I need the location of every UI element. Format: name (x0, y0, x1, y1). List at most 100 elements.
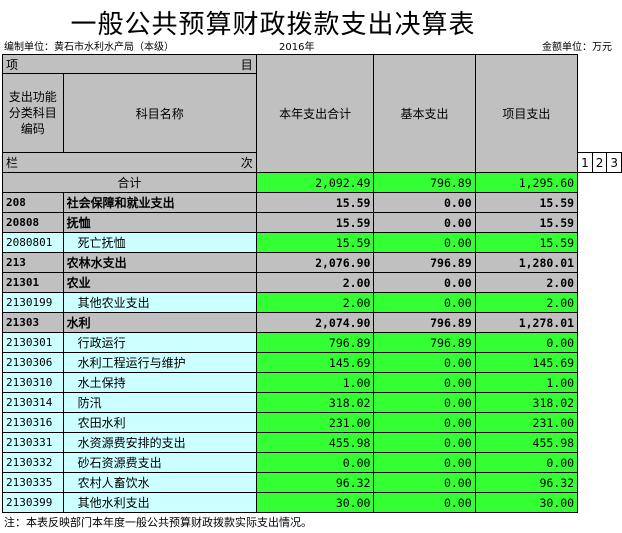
row-code: 2080801 (2, 232, 64, 253)
table-row: 2130316 农田水利 231.00 0.00 231.00 (2, 412, 622, 433)
row-project: 455.98 (474, 432, 579, 453)
row-total: 796.89 (255, 332, 375, 353)
row-total: 455.98 (255, 432, 375, 453)
row-basic: 0.00 (373, 372, 476, 393)
row-basic: 796.89 (373, 332, 476, 353)
index-ci: 次 (240, 156, 253, 170)
row-project: 0.00 (474, 332, 579, 353)
row-basic: 0.00 (373, 412, 476, 433)
table-row: 2130399 其他水利支出 30.00 0.00 30.00 (2, 492, 622, 513)
table-row: 213 农林水支出 2,076.90 796.89 1,280.01 (2, 252, 622, 273)
expenditure-table: 项 目 本年支出合计 基本支出 项目支出 支出功能分类科目编码 科目名称 栏 次… (2, 54, 622, 513)
table-row: 21303 水利 2,074.90 796.89 1,278.01 (2, 312, 622, 333)
row-total: 231.00 (255, 412, 375, 433)
row-name: 防汛 (62, 392, 257, 413)
row-code: 2130301 (2, 332, 64, 353)
row-project: 96.32 (474, 472, 579, 493)
row-project: 2.00 (474, 272, 579, 293)
row-project: 15.59 (474, 212, 579, 233)
row-basic: 0.00 (373, 352, 476, 373)
row-name: 砂石资源费支出 (62, 452, 257, 473)
row-basic: 796.89 (373, 252, 476, 273)
row-name: 行政运行 (62, 332, 257, 353)
row-code: 20808 (2, 212, 64, 233)
row-basic: 0.00 (373, 212, 476, 233)
table-row: 2130306 水利工程运行与维护 145.69 0.00 145.69 (2, 352, 622, 373)
header-xiang: 项 (6, 57, 19, 72)
row-total: 15.59 (255, 192, 375, 213)
row-project: 318.02 (474, 392, 579, 413)
table-row: 21301 农业 2.00 0.00 2.00 (2, 272, 622, 293)
total-basic: 796.89 (373, 172, 476, 193)
table-row: 2130314 防汛 318.02 0.00 318.02 (2, 392, 622, 413)
header-total: 本年支出合计 (255, 54, 375, 173)
header-name: 科目名称 (62, 73, 257, 153)
row-code: 2130399 (2, 492, 64, 513)
row-code: 2130199 (2, 292, 64, 313)
row-project: 15.59 (474, 192, 579, 213)
row-name: 其他农业支出 (62, 292, 257, 313)
total-row: 合计 2,092.49 796.89 1,295.60 (2, 172, 622, 193)
row-code: 213 (2, 252, 64, 273)
header-code: 支出功能分类科目编码 (2, 73, 64, 153)
row-total: 145.69 (255, 352, 375, 373)
row-name: 水资源费安排的支出 (62, 432, 257, 453)
header-project: 项目支出 (474, 54, 579, 173)
row-project: 145.69 (474, 352, 579, 373)
row-name: 农业 (62, 272, 257, 293)
row-name: 水利 (62, 312, 257, 333)
row-basic: 0.00 (373, 472, 476, 493)
row-name: 抚恤 (62, 212, 257, 233)
row-code: 2130331 (2, 432, 64, 453)
header-row-top: 项 目 本年支出合计 基本支出 项目支出 (2, 54, 622, 173)
row-total: 1.00 (255, 372, 375, 393)
row-basic: 796.89 (373, 312, 476, 333)
row-name: 水土保持 (62, 372, 257, 393)
table-row: 2130310 水土保持 1.00 0.00 1.00 (2, 372, 622, 393)
footnote: 注：本表反映部门本年度一般公共预算财政拨款实际支出情况。 (4, 516, 312, 529)
table-row: 20808 抚恤 15.59 0.00 15.59 (2, 212, 622, 233)
row-code: 2130335 (2, 472, 64, 493)
index-label-cell: 栏 次 (2, 152, 257, 173)
row-total: 2.00 (255, 272, 375, 293)
row-total: 2,074.90 (255, 312, 375, 333)
row-code: 2130332 (2, 452, 64, 473)
row-project: 0.00 (474, 452, 579, 473)
row-basic: 0.00 (373, 192, 476, 213)
row-name: 农村人畜饮水 (62, 472, 257, 493)
index-1: 1 (577, 152, 593, 173)
report-year: 2016年 (279, 42, 315, 53)
row-project: 1.00 (474, 372, 579, 393)
index-lan: 栏 (6, 156, 19, 170)
row-basic: 0.00 (373, 292, 476, 313)
table-row: 2130199 其他农业支出 2.00 0.00 2.00 (2, 292, 622, 313)
table-row: 208 社会保障和就业支出 15.59 0.00 15.59 (2, 192, 622, 213)
row-project: 1,280.01 (474, 252, 579, 273)
row-name: 死亡抚恤 (62, 232, 257, 253)
table-row: 2130332 砂石资源费支出 0.00 0.00 0.00 (2, 452, 622, 473)
total-label: 合计 (2, 172, 257, 193)
row-total: 318.02 (255, 392, 375, 413)
row-basic: 0.00 (373, 432, 476, 453)
row-basic: 0.00 (373, 492, 476, 513)
table-row: 2080801 死亡抚恤 15.59 0.00 15.59 (2, 232, 622, 253)
total-sum: 2,092.49 (255, 172, 375, 193)
index-2: 2 (591, 152, 608, 173)
row-project: 2.00 (474, 292, 579, 313)
row-total: 2.00 (255, 292, 375, 313)
row-project: 231.00 (474, 412, 579, 433)
row-total: 2,076.90 (255, 252, 375, 273)
compiling-unit: 编制单位：黄石市水利水产局（本级） (4, 42, 174, 53)
row-name: 农林水支出 (62, 252, 257, 273)
row-code: 208 (2, 192, 64, 213)
row-basic: 0.00 (373, 392, 476, 413)
row-total: 0.00 (255, 452, 375, 473)
row-project: 15.59 (474, 232, 579, 253)
table-row: 2130331 水资源费安排的支出 455.98 0.00 455.98 (2, 432, 622, 453)
index-3: 3 (606, 152, 622, 173)
row-code: 21301 (2, 272, 64, 293)
row-total: 30.00 (255, 492, 375, 513)
total-project: 1,295.60 (474, 172, 579, 193)
row-code: 2130314 (2, 392, 64, 413)
row-total: 15.59 (255, 232, 375, 253)
